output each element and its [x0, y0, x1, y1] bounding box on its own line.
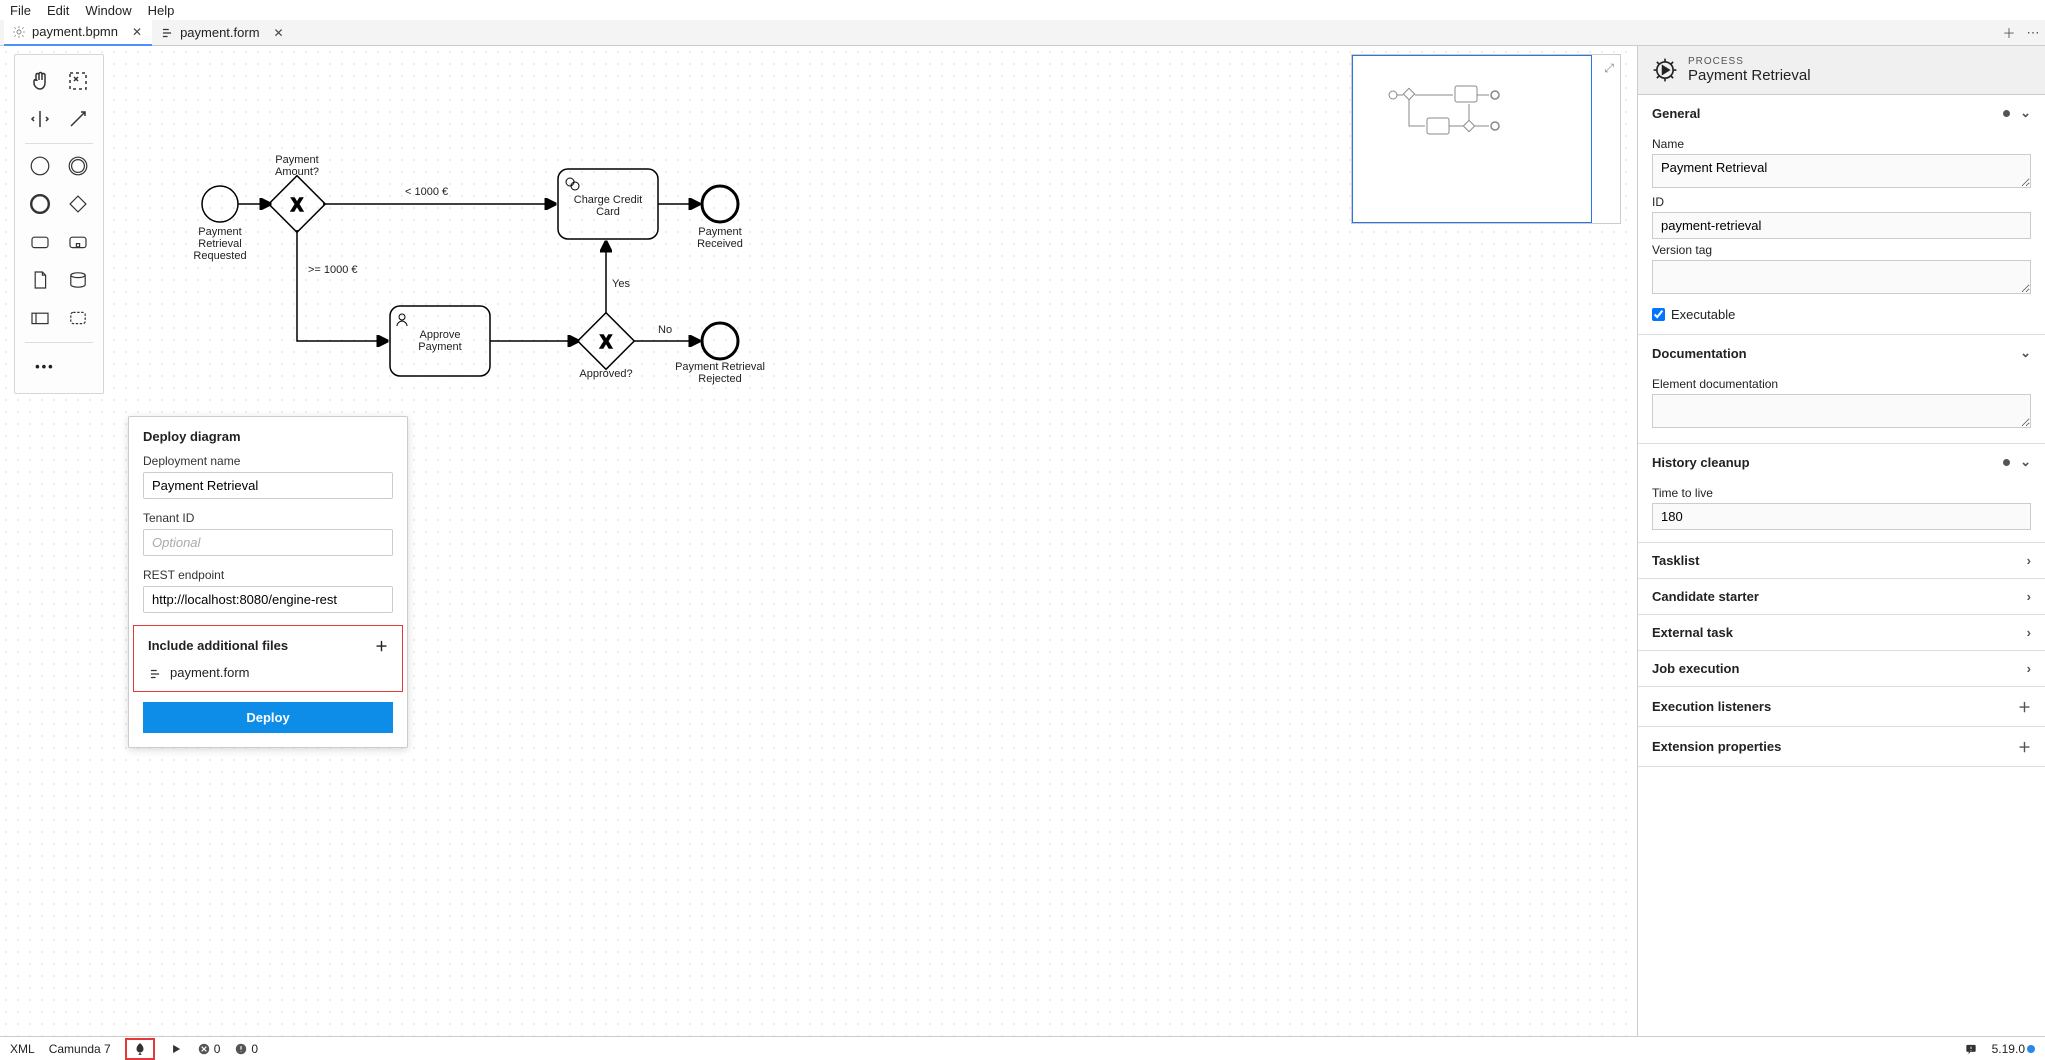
- chevron-down-icon: ⌄: [2020, 454, 2031, 470]
- start-event-label: Payment Retrieval Requested: [180, 226, 260, 262]
- status-xml[interactable]: XML: [10, 1042, 35, 1056]
- prop-name-input[interactable]: Payment Retrieval: [1652, 154, 2031, 188]
- ttl-input[interactable]: [1652, 503, 2031, 530]
- chevron-right-icon: ›: [2027, 553, 2031, 568]
- doc-textarea[interactable]: [1652, 394, 2031, 428]
- tabbar: payment.bpmn ✕ payment.form ✕ ＋ ⋯: [0, 20, 2045, 46]
- properties-header: PROCESS Payment Retrieval: [1638, 46, 2045, 95]
- close-icon[interactable]: ✕: [274, 26, 284, 40]
- rest-endpoint-label: REST endpoint: [143, 568, 393, 582]
- file-name: payment.form: [170, 665, 249, 680]
- tenant-id-label: Tenant ID: [143, 511, 393, 525]
- prop-name-label: Name: [1652, 137, 2031, 151]
- deploy-popup-title: Deploy diagram: [129, 417, 407, 450]
- errors-count[interactable]: 0: [197, 1042, 221, 1056]
- tab-payment-form[interactable]: payment.form ✕: [152, 20, 294, 46]
- file-row[interactable]: payment.form: [148, 665, 388, 681]
- tab-label: payment.form: [180, 25, 259, 40]
- tab-label: payment.bpmn: [32, 24, 118, 39]
- close-icon[interactable]: ✕: [132, 25, 142, 39]
- group-general-header[interactable]: General ⌄: [1638, 95, 2045, 131]
- edge-ge-label: >= 1000 €: [308, 264, 358, 276]
- group-tasklist-header[interactable]: Tasklist›: [1638, 543, 2045, 578]
- chevron-right-icon: ›: [2027, 589, 2031, 604]
- chevron-down-icon: ⌄: [2020, 105, 2031, 121]
- prop-id-input[interactable]: [1652, 212, 2031, 239]
- status-version[interactable]: 5.19.0: [1992, 1042, 2035, 1056]
- canvas[interactable]: ••• X X: [0, 46, 1637, 1036]
- prop-version-label: Version tag: [1652, 243, 2031, 257]
- chevron-down-icon: ⌄: [2020, 345, 2031, 361]
- statusbar: XML Camunda 7 0 0 5.19.0: [0, 1036, 2045, 1060]
- properties-title: Payment Retrieval: [1688, 67, 1811, 84]
- tab-payment-bpmn[interactable]: payment.bpmn ✕: [4, 20, 152, 46]
- chevron-right-icon: ›: [2027, 661, 2031, 676]
- executable-label: Executable: [1671, 307, 1735, 322]
- warnings-count[interactable]: 0: [234, 1042, 258, 1056]
- plus-icon[interactable]: ＋: [2018, 697, 2031, 716]
- menu-file[interactable]: File: [10, 3, 31, 18]
- group-external-task-header[interactable]: External task›: [1638, 615, 2045, 650]
- gateway-approved-label: Approved?: [566, 368, 646, 380]
- ttl-label: Time to live: [1652, 486, 2031, 500]
- deploy-icon[interactable]: [125, 1038, 155, 1060]
- properties-panel: PROCESS Payment Retrieval General ⌄ Name…: [1637, 46, 2045, 1036]
- menu-edit[interactable]: Edit: [47, 3, 69, 18]
- tenant-id-input[interactable]: [143, 529, 393, 556]
- end-rejected-label: Payment Retrieval Rejected: [670, 361, 770, 385]
- include-files-label: Include additional files: [148, 638, 288, 653]
- gear-icon: [12, 25, 26, 39]
- form-icon: [148, 665, 162, 681]
- minimap[interactable]: ⤢: [1351, 54, 1621, 224]
- deployment-name-input[interactable]: [143, 472, 393, 499]
- form-icon: [160, 26, 174, 40]
- group-history-header[interactable]: History cleanup ⌄: [1638, 444, 2045, 480]
- include-files-section: Include additional files ＋ payment.form: [133, 625, 403, 692]
- svg-text:X: X: [291, 195, 303, 215]
- modified-dot-icon: [2003, 459, 2010, 466]
- panel-resize-handle[interactable]: [799, 1030, 839, 1034]
- update-dot-icon: [2027, 1045, 2035, 1053]
- workarea: ••• X X: [0, 46, 2045, 1036]
- deploy-button[interactable]: Deploy: [143, 702, 393, 733]
- deploy-popup: Deploy diagram Deployment name Tenant ID…: [128, 416, 408, 748]
- add-tab-icon[interactable]: ＋: [1997, 23, 2021, 42]
- plus-icon[interactable]: ＋: [2018, 737, 2031, 756]
- task-approve-label: Approve Payment: [400, 329, 480, 353]
- svg-text:X: X: [600, 332, 612, 352]
- group-execution-listeners-header[interactable]: Execution listeners＋: [1638, 687, 2045, 726]
- process-icon: [1652, 57, 1678, 83]
- expand-icon[interactable]: ⤢: [1604, 61, 1614, 76]
- rest-endpoint-input[interactable]: [143, 586, 393, 613]
- menu-window[interactable]: Window: [85, 3, 131, 18]
- feedback-icon[interactable]: [1964, 1041, 1978, 1056]
- prop-version-input[interactable]: [1652, 260, 2031, 294]
- group-extension-props-header[interactable]: Extension properties＋: [1638, 727, 2045, 766]
- more-menu-icon[interactable]: ⋯: [2021, 25, 2045, 41]
- properties-supertitle: PROCESS: [1688, 56, 1811, 67]
- group-candidate-header[interactable]: Candidate starter›: [1638, 579, 2045, 614]
- status-engine[interactable]: Camunda 7: [49, 1042, 111, 1056]
- group-job-execution-header[interactable]: Job execution›: [1638, 651, 2045, 686]
- edge-yes-label: Yes: [612, 278, 630, 290]
- task-charge-label: Charge Credit Card: [563, 194, 653, 218]
- group-documentation-header[interactable]: Documentation ⌄: [1638, 335, 2045, 371]
- chevron-right-icon: ›: [2027, 625, 2031, 640]
- run-icon[interactable]: [169, 1041, 183, 1056]
- menu-help[interactable]: Help: [148, 3, 175, 18]
- edge-lt-label: < 1000 €: [405, 186, 448, 198]
- modified-dot-icon: [2003, 110, 2010, 117]
- end-received-label: Payment Received: [680, 226, 760, 250]
- executable-checkbox[interactable]: [1652, 308, 1665, 321]
- doc-label: Element documentation: [1652, 377, 2031, 391]
- menubar: File Edit Window Help: [0, 0, 2045, 20]
- gateway-amount-label: Payment Amount?: [257, 154, 337, 178]
- prop-id-label: ID: [1652, 195, 2031, 209]
- deployment-name-label: Deployment name: [143, 454, 393, 468]
- add-file-icon[interactable]: ＋: [375, 636, 388, 655]
- edge-no-label: No: [658, 324, 672, 336]
